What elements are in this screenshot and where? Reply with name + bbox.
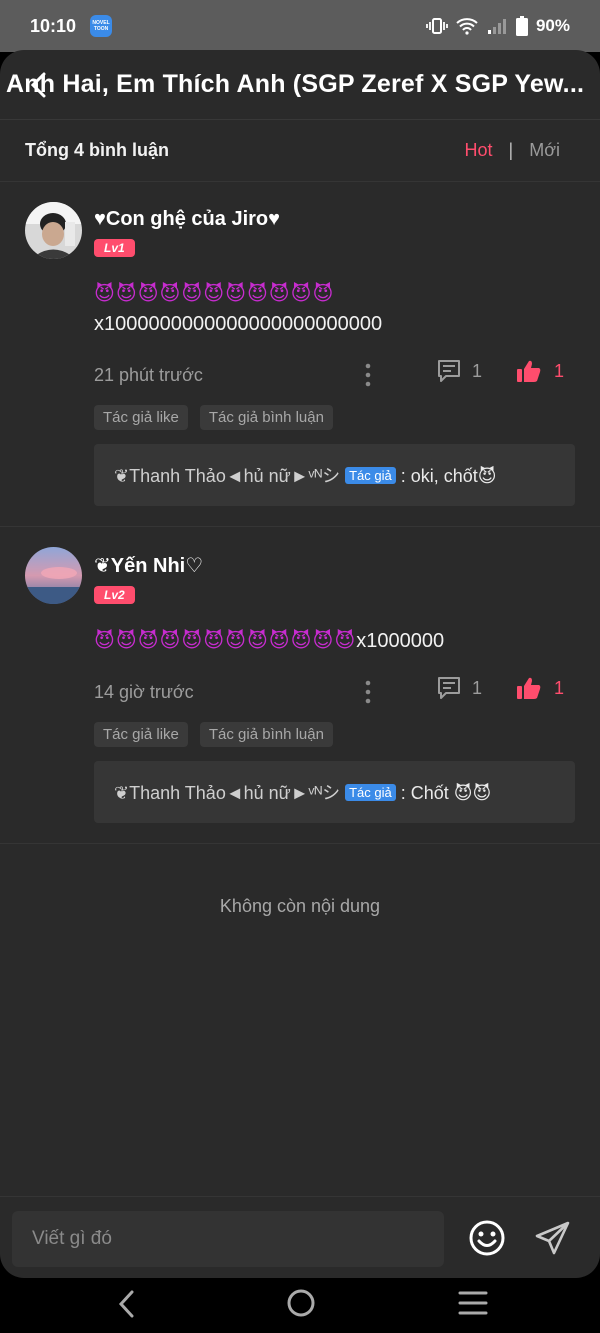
- battery-icon: [515, 16, 528, 36]
- more-options-icon[interactable]: [364, 680, 372, 709]
- comment-text: 😈😈😈😈😈😈😈😈😈😈😈 x1000000000000000000000000: [94, 279, 575, 339]
- status-bar: 10:10 NOVEL TOON 90%: [0, 0, 600, 52]
- avatar[interactable]: [25, 547, 82, 604]
- tag-author-like: Tác giả like: [94, 722, 188, 747]
- vibrate-icon: [426, 17, 448, 35]
- avatar[interactable]: [25, 202, 82, 259]
- sort-tabs: Hot | Mới: [465, 140, 561, 161]
- comment-icon: [438, 360, 460, 382]
- novel-toon-icon: NOVEL TOON: [90, 15, 113, 37]
- comment-count: Tổng 4 bình luận: [25, 140, 169, 160]
- send-icon[interactable]: [534, 1219, 572, 1262]
- reply-count: 1: [472, 360, 483, 381]
- username[interactable]: ❦Yến Nhi♡: [94, 553, 575, 578]
- reply-preview[interactable]: ❦Thanh Thảo◄hủ nữ►ᵛᴺシ Tác giả : Chốt 😈😈: [94, 761, 575, 823]
- sort-divider: |: [508, 140, 514, 160]
- author-tags: Tác giả like Tác giả bình luận: [94, 405, 575, 430]
- like-button[interactable]: 1: [516, 359, 564, 383]
- reply-count: 1: [472, 677, 483, 698]
- level-badge: Lv2: [94, 586, 135, 604]
- like-count: 1: [554, 360, 565, 381]
- level-badge: Lv1: [94, 239, 135, 257]
- like-button[interactable]: 1: [516, 676, 564, 700]
- comment-input-bar: [0, 1196, 600, 1278]
- tab-hot[interactable]: Hot: [465, 140, 493, 161]
- tag-author-comment: Tác giả bình luận: [199, 722, 333, 747]
- reply-button[interactable]: 1: [436, 359, 482, 383]
- tag-author-like: Tác giả like: [94, 405, 188, 430]
- nav-back-icon[interactable]: [114, 1288, 140, 1325]
- reply-author: ❦Thanh Thảo◄hủ nữ►ᵛᴺシ: [114, 783, 341, 803]
- comment-body: x1000000000000000000000000: [94, 313, 383, 335]
- comments-header: Tổng 4 bình luận Hot | Mới: [0, 120, 600, 182]
- author-badge: Tác giả: [345, 784, 396, 801]
- reply-text: : Chốt 😈😈: [400, 783, 492, 803]
- nav-recents-icon[interactable]: [458, 1290, 488, 1321]
- comment-item: ❦Yến Nhi♡ Lv2 😈😈😈😈😈😈😈😈😈😈😈😈x1000000 14 gi…: [0, 527, 600, 844]
- comments-sheet: Anh Hai, Em Thích Anh (SGP Zeref X SGP Y…: [0, 50, 600, 1278]
- tag-author-comment: Tác giả bình luận: [199, 405, 333, 430]
- signal-icon: [486, 17, 508, 35]
- comment-time: 14 giờ trước: [94, 681, 194, 702]
- author-tags: Tác giả like Tác giả bình luận: [94, 722, 575, 747]
- comment-icon: [438, 677, 460, 699]
- comment-text: 😈😈😈😈😈😈😈😈😈😈😈😈x1000000: [94, 626, 575, 656]
- wifi-icon: [456, 17, 478, 35]
- more-options-icon[interactable]: [364, 363, 372, 392]
- comment-actions: 21 phút trước 1 1: [94, 359, 575, 391]
- comment-actions: 14 giờ trước 1 1: [94, 676, 575, 708]
- like-count: 1: [554, 677, 565, 698]
- back-button[interactable]: [24, 70, 54, 100]
- thumbs-up-icon: [517, 677, 541, 699]
- comment-body: x1000000: [356, 630, 445, 652]
- thumbs-up-icon: [517, 360, 541, 382]
- comment-emojis: 😈😈😈😈😈😈😈😈😈😈😈: [94, 283, 335, 305]
- reply-author: ❦Thanh Thảo◄hủ nữ►ᵛᴺシ: [114, 466, 341, 486]
- system-nav-bar: [0, 1278, 600, 1333]
- status-time: 10:10: [30, 15, 77, 36]
- page-title: Anh Hai, Em Thích Anh (SGP Zeref X SGP Y…: [6, 70, 585, 98]
- chevron-left-icon: [30, 72, 46, 98]
- username[interactable]: ♥Con ghệ của Jiro♥: [94, 208, 575, 231]
- comment-emojis: 😈😈😈😈😈😈😈😈😈😈😈😈: [94, 630, 357, 652]
- tab-new[interactable]: Mới: [529, 140, 560, 161]
- reply-button[interactable]: 1: [436, 676, 482, 700]
- reply-text: : oki, chốt😈: [400, 466, 497, 486]
- battery-level: 90%: [535, 16, 570, 35]
- emoji-icon[interactable]: [468, 1219, 506, 1262]
- title-bar: Anh Hai, Em Thích Anh (SGP Zeref X SGP Y…: [0, 50, 600, 120]
- reply-preview[interactable]: ❦Thanh Thảo◄hủ nữ►ᵛᴺシ Tác giả : oki, chố…: [94, 444, 575, 506]
- author-badge: Tác giả: [345, 467, 396, 484]
- comment-time: 21 phút trước: [94, 364, 203, 385]
- end-of-content: Không còn nội dung: [219, 896, 381, 916]
- nav-home-icon[interactable]: [286, 1288, 316, 1323]
- comment-item: ♥Con ghệ của Jiro♥ Lv1 😈😈😈😈😈😈😈😈😈😈😈 x1000…: [0, 182, 600, 527]
- comment-input[interactable]: [12, 1211, 444, 1267]
